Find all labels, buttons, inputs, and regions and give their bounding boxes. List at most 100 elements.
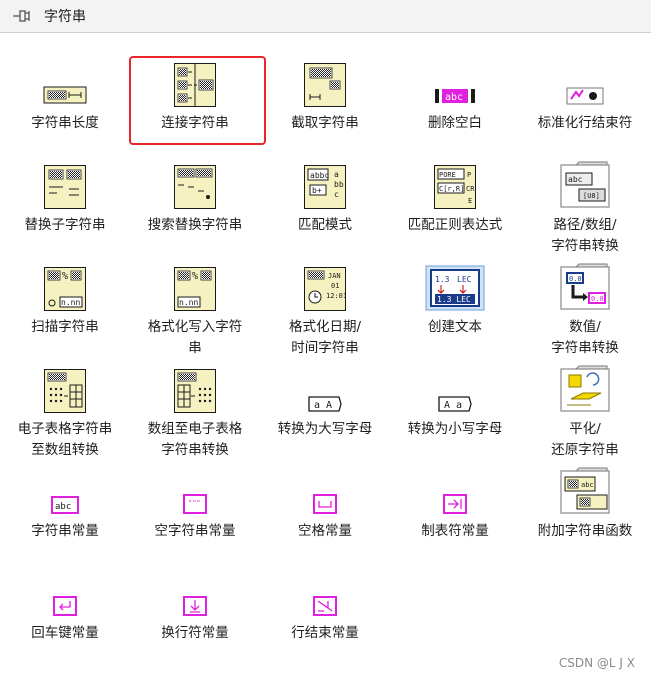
label-line: 替换子字符串 — [24, 217, 106, 233]
svg-text:a: a — [334, 170, 339, 179]
palette-item-match-regex[interactable]: PORE C[r,R] P CR E 匹配正则表达式 — [390, 155, 520, 257]
svg-text:abc: abc — [445, 92, 463, 103]
svg-text:E: E — [468, 197, 472, 205]
label-line: 搜索替换字符串 — [147, 217, 243, 233]
palette-item-cr-constant[interactable]: 回车键常量 — [0, 563, 130, 665]
palette-item-match-pattern[interactable]: abbc b+ a bb c 匹配模式 — [260, 155, 390, 257]
palette-item-normalize-eol[interactable]: 标准化行结束符 — [520, 53, 650, 155]
palette-item-string-constant[interactable]: abc 字符串常量 — [0, 461, 130, 563]
label-line: 还原字符串 — [551, 442, 619, 458]
svg-text:PORE: PORE — [439, 171, 456, 179]
palette-item-space-constant[interactable]: 空格常量 — [260, 461, 390, 563]
palette-item-label: 字符串常量 — [1, 521, 129, 542]
label-line: 空格常量 — [298, 523, 352, 539]
label-line: 换行符常量 — [161, 625, 229, 641]
build-text-icon: 1.3 LEC 1.3 LEC — [390, 257, 520, 311]
palette-item-format-date-time[interactable]: JAN 01 12:01 格式化日期/时间字符串 — [260, 257, 390, 359]
palette-item-tab-constant[interactable]: 制表符常量 — [390, 461, 520, 563]
pin-icon[interactable] — [10, 7, 34, 25]
palette-item-label: 平化/还原字符串 — [521, 419, 649, 461]
line-feed-icon — [130, 563, 260, 617]
svg-text:JAN: JAN — [328, 272, 341, 280]
palette-item-lf-constant[interactable]: 换行符常量 — [130, 563, 260, 665]
palette-item-search-replace[interactable]: 搜索替换字符串 — [130, 155, 260, 257]
palette-item-to-lower[interactable]: A a 转换为小写字母 — [390, 359, 520, 461]
string-subset-icon — [260, 53, 390, 107]
palette-item-format-into-string[interactable]: % n.nn 格式化写入字符串 — [130, 257, 260, 359]
palette-item-additional-string-functions[interactable]: abc 附加字符串函数 — [520, 461, 650, 563]
svg-text:%: % — [192, 271, 198, 282]
palette-item-to-upper[interactable]: a A 转换为大写字母 — [260, 359, 390, 461]
palette-title: 字符串 — [44, 9, 86, 25]
palette-item-label: 空字符串常量 — [131, 521, 259, 542]
match-pattern-icon: abbc b+ a bb c — [260, 155, 390, 209]
palette-item-label: 转换为小写字母 — [391, 419, 519, 440]
palette-item-trim-whitespace[interactable]: abc 删除空白 — [390, 53, 520, 155]
trim-whitespace-icon: abc — [390, 53, 520, 107]
palette-item-label: 路径/数组/字符串转换 — [521, 215, 649, 257]
normalize-eol-icon — [520, 53, 650, 107]
palette-item-scan-from-string[interactable]: % n.nn 扫描字符串 — [0, 257, 130, 359]
string-constant-icon: abc — [0, 461, 130, 515]
label-line: 数组至电子表格 — [147, 421, 243, 437]
label-line: 行结束常量 — [291, 625, 359, 641]
palette-item-label: 匹配正则表达式 — [391, 215, 519, 236]
palette-item-eol-constant[interactable]: 行结束常量 — [260, 563, 390, 665]
svg-text:n.nn: n.nn — [61, 298, 80, 307]
svg-text:12:01: 12:01 — [326, 292, 346, 300]
palette-item-label: 格式化日期/时间字符串 — [261, 317, 389, 359]
folder-icon: abc [U8] — [520, 155, 650, 209]
svg-text:abc: abc — [568, 175, 583, 184]
palette-item-spreadsheet-to-array[interactable]: 电子表格字符串 至数组转换 — [0, 359, 130, 461]
label-line: 路径/数组/ — [553, 217, 617, 233]
watermark: CSDN @L J X — [558, 656, 635, 670]
palette-item-array-to-spreadsheet[interactable]: 数组至电子表格 字符串转换 — [130, 359, 260, 461]
label-line: 字符串长度 — [31, 115, 99, 131]
svg-text:b+: b+ — [312, 186, 322, 195]
scan-string-icon: % n.nn — [0, 257, 130, 311]
palette-item-string-subset[interactable]: 截取字符串 — [260, 53, 390, 155]
svg-text:01: 01 — [331, 282, 339, 290]
palette-item-build-text[interactable]: 1.3 LEC 1.3 LEC 创建文本 — [390, 257, 520, 359]
end-of-line-icon — [260, 563, 390, 617]
format-date-time-icon: JAN 01 12:01 — [260, 257, 390, 311]
palette-item-label: 数值/字符串转换 — [521, 317, 649, 359]
format-into-string-icon: % n.nn — [130, 257, 260, 311]
svg-text:abc: abc — [55, 502, 71, 512]
palette-item-label: 创建文本 — [391, 317, 519, 338]
label-line: 附加字符串函数 — [537, 523, 633, 539]
label-line: 匹配正则表达式 — [407, 217, 503, 233]
palette-item-label: 转换为大写字母 — [261, 419, 389, 440]
tab-constant-icon — [390, 461, 520, 515]
string-length-icon — [0, 53, 130, 107]
palette-item-path-array-string[interactable]: abc [U8] 路径/数组/字符串转换 — [520, 155, 650, 257]
palette-item-replace-substring[interactable]: 替换子字符串 — [0, 155, 130, 257]
search-replace-icon — [130, 155, 260, 209]
match-regex-icon: PORE C[r,R] P CR E — [390, 155, 520, 209]
to-upper-icon: a A — [260, 359, 390, 413]
svg-text:CR: CR — [466, 185, 475, 193]
palette-item-label: 截取字符串 — [261, 113, 389, 134]
label-line: 扫描字符串 — [31, 319, 99, 335]
svg-text:P: P — [467, 171, 471, 179]
palette-item-number-string[interactable]: 0.0 0.0 数值/字符串转换 — [520, 257, 650, 359]
label-line: 回车键常量 — [31, 625, 99, 641]
palette-item-label: 附加字符串函数 — [521, 521, 649, 542]
label-line: 匹配模式 — [298, 217, 352, 233]
palette-item-label: 行结束常量 — [261, 623, 389, 644]
svg-text:1.3: 1.3 — [435, 275, 450, 284]
label-line: 空字符串常量 — [154, 523, 236, 539]
palette-item-flatten-unflatten[interactable]: 平化/还原字符串 — [520, 359, 650, 461]
label-line: 删除空白 — [428, 115, 482, 131]
label-line: 字符串常量 — [31, 523, 99, 539]
label-line: 格式化日期/ — [288, 319, 362, 335]
svg-text:%: % — [62, 271, 68, 282]
palette-item-string-length[interactable]: 字符串长度 — [0, 53, 130, 155]
svg-text:LEC: LEC — [457, 275, 472, 284]
label-line: 字符串转换 — [551, 238, 619, 254]
palette-item-empty-string[interactable]: """ 空字符串常量 — [130, 461, 260, 563]
palette-item-label: 搜索替换字符串 — [131, 215, 259, 236]
palette-item-label: 格式化写入字符串 — [131, 317, 259, 359]
palette-titlebar: 字符串 — [0, 0, 651, 33]
label-line: 转换为大写字母 — [277, 421, 373, 437]
